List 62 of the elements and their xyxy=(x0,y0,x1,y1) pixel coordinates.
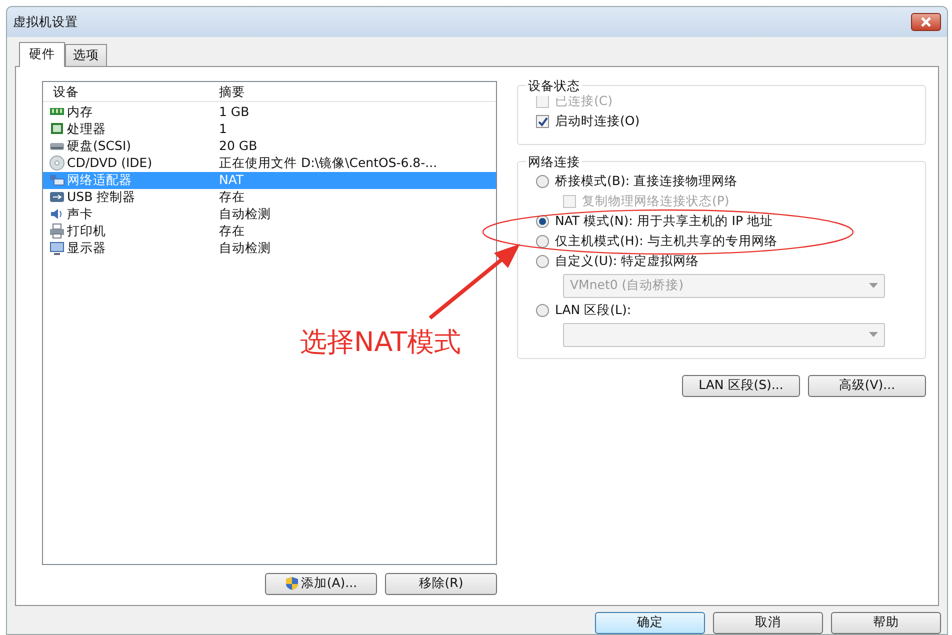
shield-icon xyxy=(284,576,299,592)
device-summary: 自动检测 xyxy=(219,238,271,257)
device-summary: 存在 xyxy=(219,222,245,240)
close-button[interactable] xyxy=(911,13,941,31)
device-name: CD/DVD (IDE) xyxy=(67,154,152,172)
column-header: 摘要 xyxy=(219,82,245,101)
caret-icon xyxy=(869,332,878,338)
group-title: 设备状态 xyxy=(526,76,582,96)
checkbox-label: 复制物理网络连接状态(P) xyxy=(582,192,730,210)
column-header: 设备 xyxy=(53,82,80,101)
device-summary: 存在 xyxy=(219,188,245,206)
radio-label: LAN 区段(L): xyxy=(555,301,632,320)
dialog-button[interactable]: 添加(A)... xyxy=(265,572,377,595)
device-summary: 1 GB xyxy=(219,102,250,121)
device-name: 显示器 xyxy=(67,238,106,257)
device-name: 硬盘(SCSI) xyxy=(67,136,132,155)
dialog-button[interactable]: LAN 区段(S)... xyxy=(682,374,800,397)
device-row[interactable]: 声卡 自动检测 xyxy=(43,206,496,223)
device-summary: 正在使用文件 D:\镜像\CentOS-6.8-... xyxy=(219,154,438,172)
device-name: USB 控制器 xyxy=(67,188,136,206)
device-row[interactable]: 内存 1 GB xyxy=(43,104,496,121)
device-name: 打印机 xyxy=(67,222,106,240)
radio-button[interactable] xyxy=(536,235,549,248)
monitor-icon xyxy=(49,240,65,256)
device-row[interactable]: 显示器 自动检测 xyxy=(43,240,496,257)
network-adapter-icon xyxy=(49,172,65,188)
dialog-button[interactable]: 帮助 xyxy=(831,612,941,634)
radio-label: 自定义(U): 特定虚拟网络 xyxy=(555,252,700,270)
dialog-button[interactable]: 移除(R) xyxy=(385,572,497,595)
radio-button[interactable] xyxy=(536,175,549,188)
device-name: 内存 xyxy=(67,102,93,121)
radio-label: 仅主机模式(H): 与主机共享的专用网络 xyxy=(555,232,778,250)
checkbox[interactable] xyxy=(536,115,549,128)
device-summary: NAT xyxy=(219,170,244,189)
device-row[interactable]: 打印机 存在 xyxy=(43,222,496,240)
dialog-button[interactable]: 确定 xyxy=(595,612,705,634)
radio-button[interactable] xyxy=(536,255,549,268)
device-name: 处理器 xyxy=(67,120,106,138)
caret-icon xyxy=(869,283,878,288)
radio-button[interactable] xyxy=(536,215,549,228)
disc-icon xyxy=(49,155,65,172)
checkbox-label: 启动时连接(O) xyxy=(555,112,640,130)
device-row[interactable]: 硬盘(SCSI) 20 GB xyxy=(43,138,496,155)
device-row[interactable]: 处理器 1 xyxy=(43,120,496,138)
device-summary: 1 xyxy=(219,120,227,138)
device-summary: 20 GB xyxy=(219,136,258,155)
device-name: 声卡 xyxy=(67,204,93,223)
dialog-button[interactable]: 取消 xyxy=(713,612,823,634)
close-icon xyxy=(920,17,932,27)
device-row[interactable]: CD/DVD (IDE) 正在使用文件 D:\镜像\CentOS-6.8-... xyxy=(43,154,496,172)
annotation-text: 选择NAT模式 xyxy=(300,326,462,360)
radio-label: NAT 模式(N): 用于共享主机的 IP 地址 xyxy=(555,212,773,230)
radio-label: 桥接模式(B): 直接连接物理网络 xyxy=(555,172,738,190)
device-row[interactable]: USB 控制器 存在 xyxy=(43,188,496,206)
device-name: 网络适配器 xyxy=(67,170,132,189)
device-summary: 自动检测 xyxy=(219,204,271,223)
dialog-button[interactable]: 高级(V)... xyxy=(808,374,926,397)
radio-button[interactable] xyxy=(536,304,549,318)
tab[interactable]: 硬件 xyxy=(19,42,65,67)
window-title: 虚拟机设置 xyxy=(13,12,78,31)
tab[interactable]: 选项 xyxy=(65,44,107,66)
printer-icon xyxy=(49,223,65,240)
